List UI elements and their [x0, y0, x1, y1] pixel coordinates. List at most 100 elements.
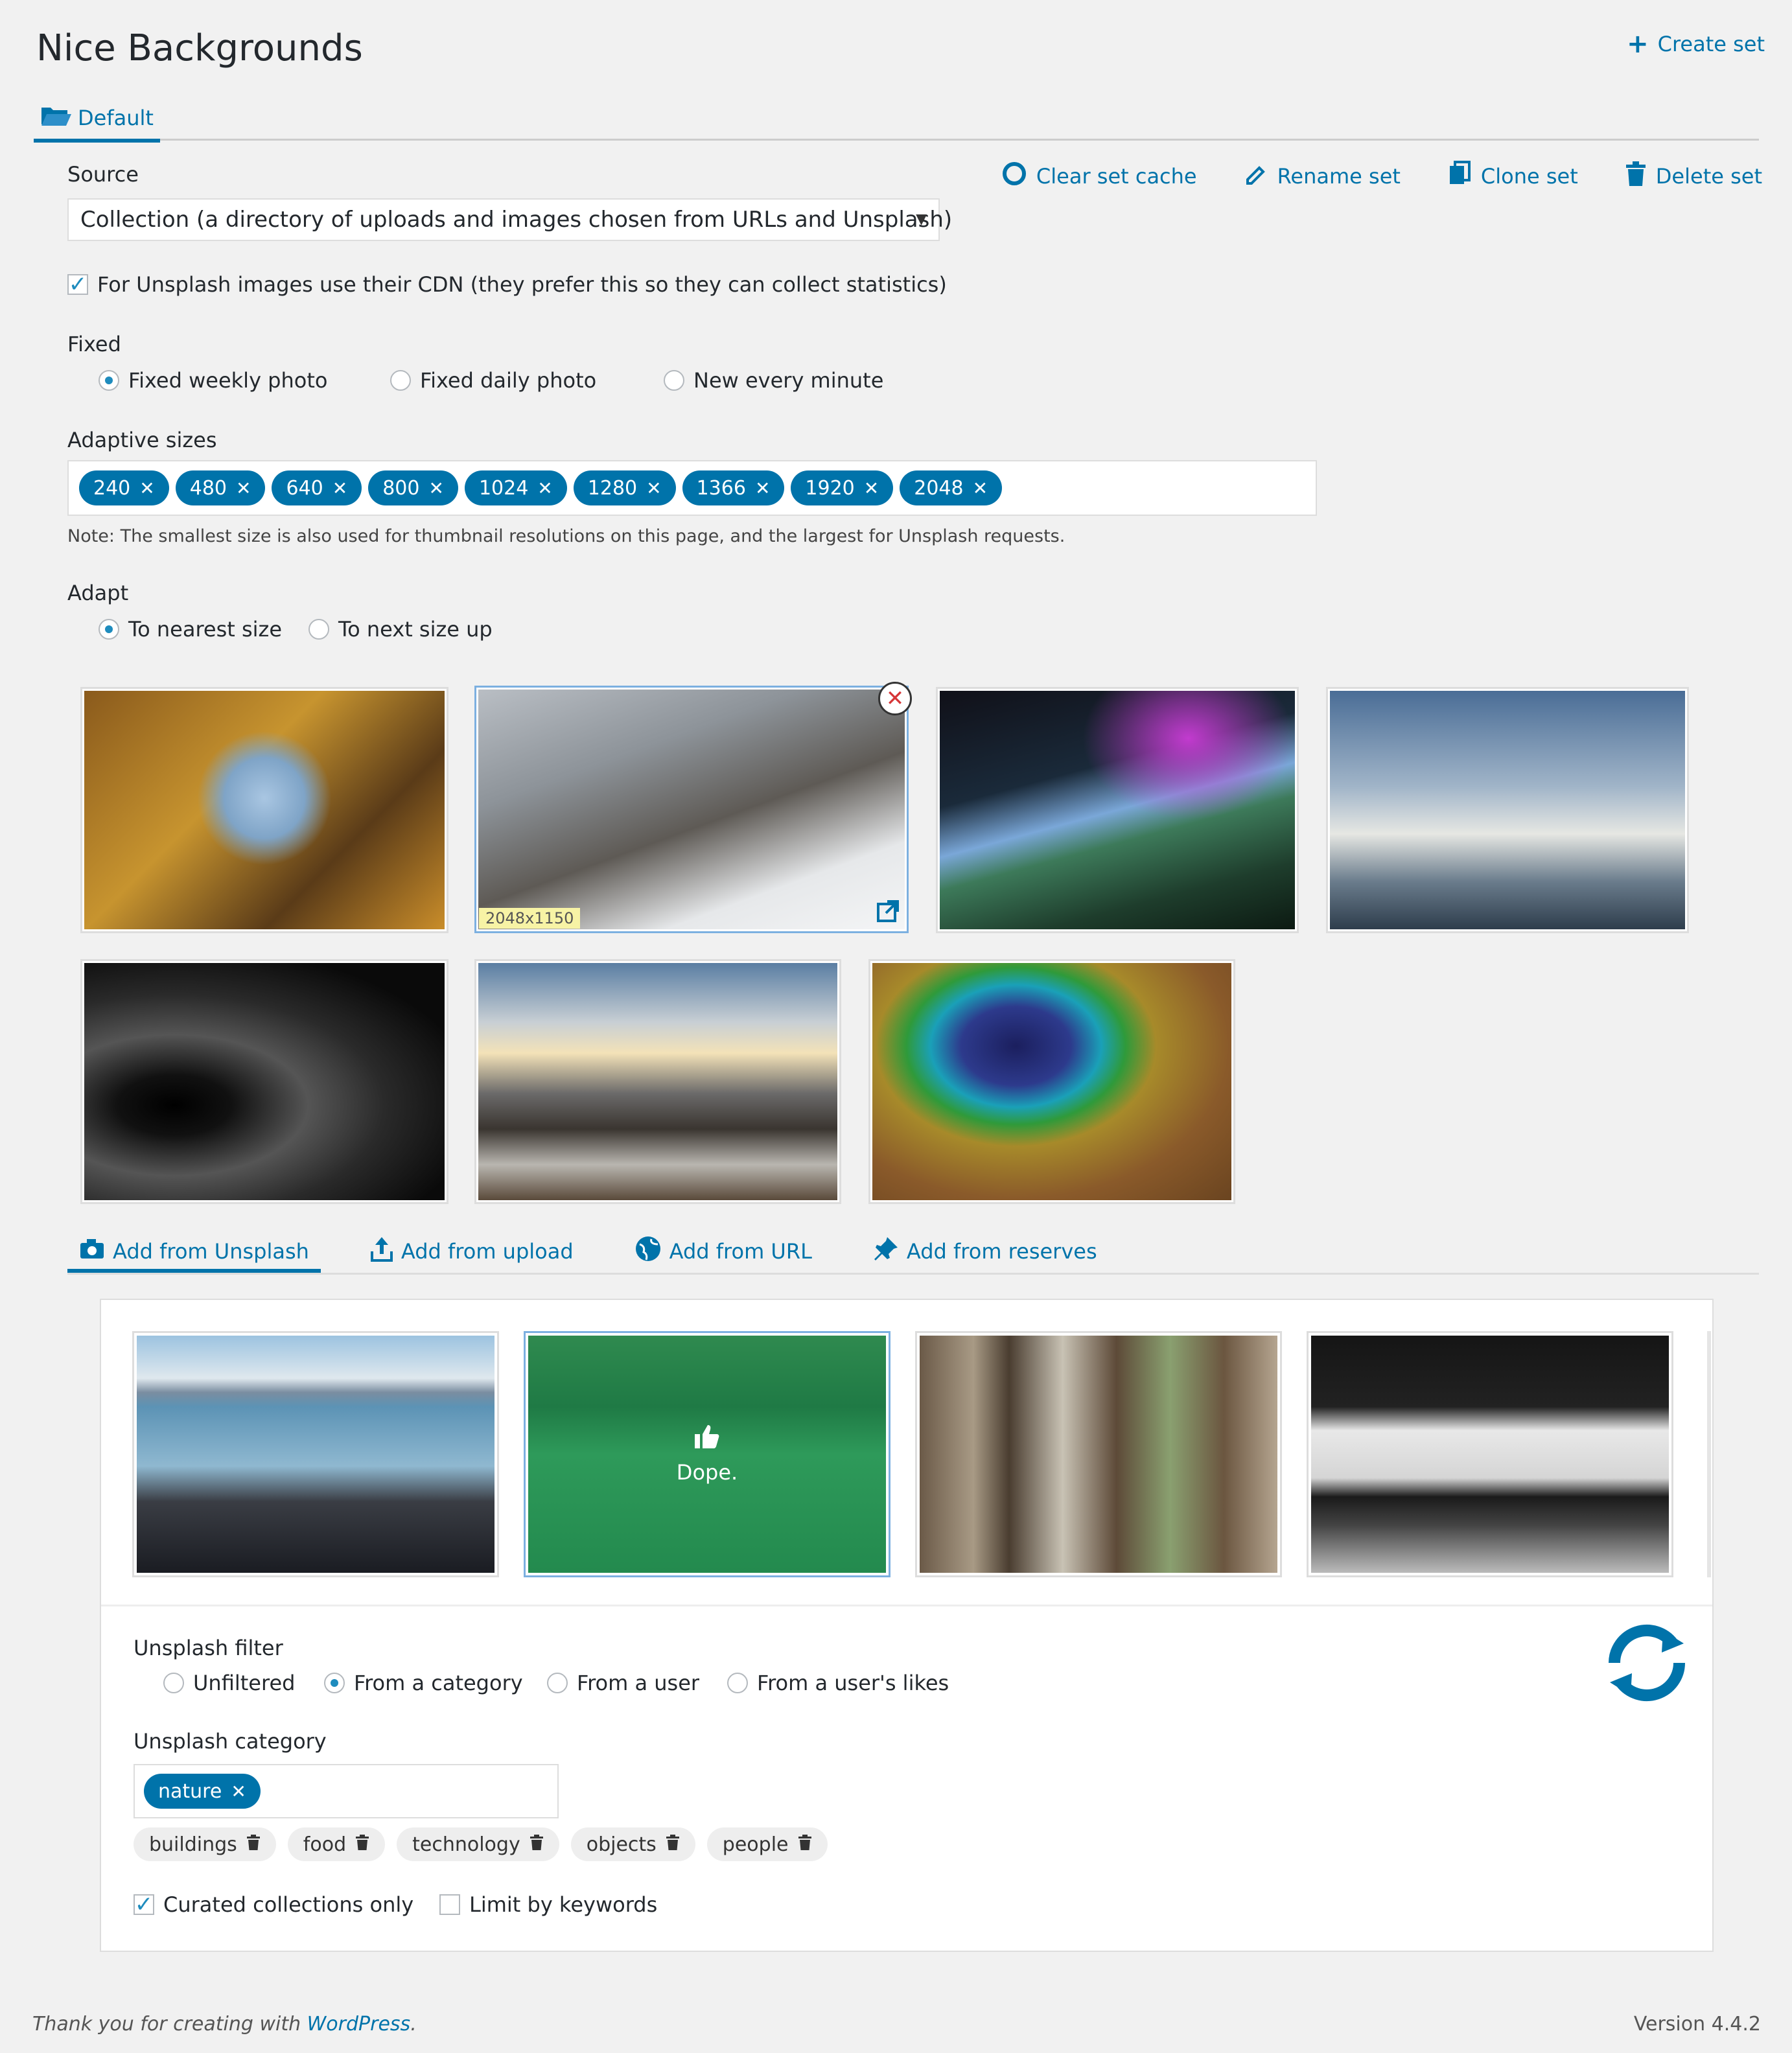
- gallery-image-tunnel[interactable]: [80, 959, 448, 1204]
- tab-add-from-upload[interactable]: Add from upload: [358, 1230, 585, 1273]
- camera-icon: [79, 1238, 105, 1265]
- adapt-nearest-radio[interactable]: [99, 619, 119, 640]
- remove-size-icon[interactable]: ✕: [864, 478, 879, 499]
- gallery-image-forest-canopy[interactable]: [80, 687, 448, 933]
- remove-size-icon[interactable]: ✕: [755, 478, 770, 499]
- gallery-image-peacock-feather[interactable]: [868, 959, 1235, 1204]
- clear-cache-button[interactable]: Clear set cache: [1001, 161, 1197, 192]
- delete-set-button[interactable]: Delete set: [1625, 161, 1762, 192]
- adaptive-sizes-input[interactable]: 240 ✕ 480 ✕ 640 ✕ 800 ✕ 1024 ✕ 1280 ✕ 1366 ✕ 1920 ✕ 2048…: [67, 460, 1317, 516]
- remove-size-icon[interactable]: ✕: [646, 478, 661, 499]
- gallery-image-space-aurora[interactable]: [936, 687, 1299, 933]
- trash-icon: [355, 1833, 369, 1856]
- size-pill[interactable]: 640 ✕: [272, 470, 362, 505]
- size-pill-label: 1920: [805, 476, 855, 500]
- filter-user-likes-radio[interactable]: [727, 1673, 748, 1693]
- trash-icon: [1625, 161, 1647, 192]
- create-set-button[interactable]: + Create set: [1627, 31, 1765, 57]
- size-pill[interactable]: 480 ✕: [175, 470, 266, 505]
- upload-icon: [370, 1236, 393, 1267]
- gallery-image-beach-clouds[interactable]: [474, 959, 841, 1204]
- size-pill-label: 1366: [696, 476, 746, 500]
- adapt-next-option[interactable]: To next size up: [308, 617, 493, 642]
- category-chip[interactable]: people: [706, 1827, 828, 1861]
- category-chip[interactable]: food: [287, 1827, 386, 1861]
- category-chip[interactable]: buildings: [134, 1827, 276, 1861]
- gallery-image-snowy-mountain[interactable]: 2048x1150: [474, 686, 909, 933]
- tab-add-from-reserves[interactable]: Add from reserves: [861, 1230, 1109, 1273]
- remove-size-icon[interactable]: ✕: [332, 478, 347, 499]
- tab-default[interactable]: Default: [34, 97, 160, 143]
- unsplash-image-lake-mountains[interactable]: [132, 1331, 499, 1577]
- dope-overlay[interactable]: Dope.: [528, 1336, 886, 1573]
- new-every-minute-label: New every minute: [693, 368, 884, 393]
- remove-size-icon[interactable]: ✕: [139, 478, 154, 499]
- fixed-weekly-option[interactable]: Fixed weekly photo: [99, 368, 327, 393]
- fixed-daily-radio[interactable]: [390, 370, 411, 391]
- rename-set-label: Rename set: [1277, 164, 1401, 189]
- new-every-minute-option[interactable]: New every minute: [664, 368, 883, 393]
- unsplash-panel: Dope. Unsplash filter Unfiltered From a …: [100, 1299, 1714, 1952]
- new-every-minute-radio[interactable]: [664, 370, 684, 391]
- checkmark-icon: ✓: [134, 1892, 154, 1918]
- thumbs-up-icon: [693, 1424, 721, 1455]
- filter-user-radio[interactable]: [547, 1673, 568, 1693]
- tab-add-from-url[interactable]: Add from URL: [623, 1230, 824, 1273]
- category-pill-nature[interactable]: nature ✕: [144, 1774, 261, 1809]
- tab-add-from-unsplash[interactable]: Add from Unsplash: [67, 1230, 321, 1273]
- unsplash-image-green-water[interactable]: Dope.: [524, 1331, 890, 1577]
- keywords-option[interactable]: Limit by keywords: [439, 1892, 657, 1917]
- adapt-next-radio[interactable]: [308, 619, 329, 640]
- unsplash-image-subway-station[interactable]: [1307, 1331, 1673, 1577]
- unsplash-image-pine-forest[interactable]: [915, 1331, 1282, 1577]
- remove-size-icon[interactable]: ✕: [973, 478, 988, 499]
- filter-unfiltered-radio[interactable]: [163, 1673, 184, 1693]
- forest-canopy-photo: [84, 691, 445, 929]
- filter-category-option[interactable]: From a category: [324, 1671, 523, 1695]
- clone-set-button[interactable]: Clone set: [1447, 161, 1578, 192]
- size-pill[interactable]: 2048 ✕: [900, 470, 1003, 505]
- filter-user-likes-option[interactable]: From a user's likes: [727, 1671, 949, 1695]
- rename-set-button[interactable]: Rename set: [1244, 161, 1401, 191]
- lake-mountains-photo: [137, 1336, 495, 1573]
- filter-category-label: From a category: [354, 1671, 523, 1695]
- fixed-daily-option[interactable]: Fixed daily photo: [390, 368, 596, 393]
- fixed-weekly-radio[interactable]: [99, 370, 119, 391]
- cdn-option: ✓ For Unsplash images use their CDN (the…: [67, 272, 947, 297]
- remove-size-icon[interactable]: ✕: [537, 478, 552, 499]
- curated-option[interactable]: ✓ Curated collections only: [134, 1892, 413, 1917]
- adapt-nearest-option[interactable]: To nearest size: [99, 617, 282, 642]
- source-select[interactable]: Collection (a directory of uploads and i…: [67, 198, 952, 241]
- category-chip[interactable]: technology: [397, 1827, 559, 1861]
- keywords-checkbox[interactable]: [439, 1894, 460, 1915]
- curated-checkbox[interactable]: ✓: [134, 1892, 154, 1918]
- remove-size-icon[interactable]: ✕: [428, 478, 443, 499]
- size-pill[interactable]: 240 ✕: [79, 470, 169, 505]
- cdn-checkbox[interactable]: ✓: [67, 273, 88, 296]
- filter-category-radio[interactable]: [324, 1673, 345, 1693]
- remove-size-icon[interactable]: ✕: [236, 478, 251, 499]
- filter-user-option[interactable]: From a user: [547, 1671, 699, 1695]
- remove-category-icon[interactable]: ✕: [231, 1781, 246, 1802]
- category-input[interactable]: nature ✕: [134, 1764, 559, 1818]
- tab-add-from-unsplash-label: Add from Unsplash: [113, 1239, 309, 1264]
- category-chip[interactable]: objects: [570, 1827, 695, 1861]
- size-pill[interactable]: 1280 ✕: [573, 470, 676, 505]
- size-pill[interactable]: 1024 ✕: [464, 470, 567, 505]
- external-link-icon[interactable]: [876, 899, 900, 926]
- size-pill[interactable]: 1920 ✕: [791, 470, 894, 505]
- filter-unfiltered-option[interactable]: Unfiltered: [163, 1671, 295, 1695]
- plus-icon: +: [1627, 29, 1649, 59]
- gallery-image-k2-mountain[interactable]: [1326, 687, 1689, 933]
- adapt-nearest-label: To nearest size: [128, 617, 283, 642]
- size-pill[interactable]: 1366 ✕: [682, 470, 785, 505]
- create-set-label: Create set: [1657, 32, 1765, 56]
- size-pill-label: 2048: [914, 476, 964, 500]
- size-pill[interactable]: 800 ✕: [368, 470, 458, 505]
- caret-down-icon: ▼: [916, 211, 927, 227]
- remove-image-icon[interactable]: ✕: [878, 682, 912, 715]
- refresh-icon[interactable]: [1598, 1624, 1695, 1704]
- wordpress-link[interactable]: WordPress: [307, 2013, 411, 2036]
- size-pill-label: 1024: [478, 476, 529, 500]
- tab-default-label: Default: [78, 106, 154, 130]
